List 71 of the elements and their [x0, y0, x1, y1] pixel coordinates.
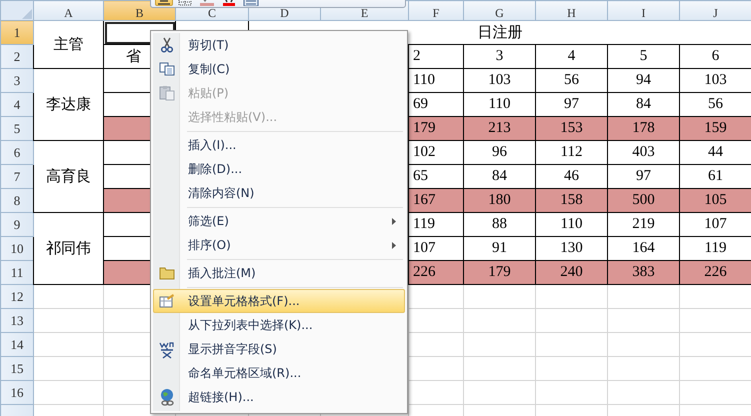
- table-cell: 94: [608, 68, 680, 92]
- table-cell: 153: [536, 116, 608, 140]
- submenu-arrow-icon: [392, 242, 396, 249]
- menu-item[interactable]: 从下拉列表中选择(K)...: [153, 313, 405, 337]
- table-cell: 178: [608, 116, 680, 140]
- triangle-icon: [22, 9, 32, 19]
- row-header[interactable]: 16: [0, 380, 34, 404]
- table-cell: 主管: [34, 20, 104, 68]
- table-cell: 105: [680, 188, 751, 212]
- clipboard-icon: [159, 85, 175, 101]
- column-header[interactable]: F: [408, 0, 464, 20]
- row-header[interactable]: 14: [0, 332, 34, 356]
- table-cell: 167: [408, 188, 464, 212]
- menu-item[interactable]: 插入批注(M): [153, 261, 405, 285]
- table-cell: 88: [464, 212, 536, 236]
- table-cell: 96: [464, 140, 536, 164]
- table-cell: 403: [608, 140, 680, 164]
- menu-item[interactable]: 删除(D)...: [153, 157, 405, 181]
- table-cell: 179: [464, 260, 536, 284]
- column-header[interactable]: I: [608, 0, 680, 20]
- table-cell: 226: [408, 260, 464, 284]
- table-cell: 219: [608, 212, 680, 236]
- table-cell: 159: [680, 116, 751, 140]
- menu-item[interactable]: 插入(I)...: [153, 133, 405, 157]
- row-header[interactable]: 10: [0, 236, 34, 260]
- row-header[interactable]: 12: [0, 284, 34, 308]
- row-header[interactable]: 13: [0, 308, 34, 332]
- row-header[interactable]: 4: [0, 92, 34, 116]
- table-cell: 4: [536, 44, 608, 68]
- globe-link-icon: [159, 388, 175, 406]
- column-header[interactable]: G: [464, 0, 536, 20]
- table-cell: 226: [680, 260, 751, 284]
- table-cell: 112: [536, 140, 608, 164]
- row-header[interactable]: 2: [0, 44, 34, 68]
- table-cell: 213: [464, 116, 536, 140]
- row-header[interactable]: 1: [0, 20, 34, 44]
- table-cell: 180: [464, 188, 536, 212]
- table-cell: 110: [536, 212, 608, 236]
- table-cell: 5: [608, 44, 680, 68]
- column-header[interactable]: H: [536, 0, 608, 20]
- row-header[interactable]: 15: [0, 356, 34, 380]
- menu-item[interactable]: 排序(O): [153, 233, 405, 257]
- table-cell: [104, 20, 176, 44]
- table-cell: 179: [408, 116, 464, 140]
- column-header[interactable]: A: [34, 0, 104, 20]
- menu-item[interactable]: 筛选(E): [153, 209, 405, 233]
- format-cells-icon: [159, 293, 175, 309]
- menu-item[interactable]: 超链接(H)...: [153, 385, 405, 409]
- copy-icon: [159, 62, 175, 76]
- folder-icon: [159, 266, 175, 280]
- menu-item[interactable]: 设置单元格格式(F)...: [153, 289, 405, 313]
- menu-item[interactable]: 清除内容(N): [153, 181, 405, 205]
- row-header[interactable]: 5: [0, 116, 34, 140]
- table-cell: 383: [608, 260, 680, 284]
- table-cell: 56: [536, 68, 608, 92]
- row-header[interactable]: 7: [0, 164, 34, 188]
- table-cell: 500: [608, 188, 680, 212]
- table-cell: 103: [464, 68, 536, 92]
- scissors-icon: [160, 37, 174, 53]
- table-cell: 3: [464, 44, 536, 68]
- column-header[interactable]: J: [680, 0, 751, 20]
- menu-item[interactable]: 命名单元格区域(R)...: [153, 361, 405, 385]
- row-header[interactable]: 8: [0, 188, 34, 212]
- row-header[interactable]: 6: [0, 140, 34, 164]
- row-header[interactable]: 3: [0, 68, 34, 92]
- table-cell: 240: [536, 260, 608, 284]
- row-header[interactable]: 9: [0, 212, 34, 236]
- menu-item[interactable]: 显示拼音字段(S): [153, 337, 405, 361]
- table-cell: 158: [536, 188, 608, 212]
- submenu-arrow-icon: [392, 218, 396, 225]
- row-header[interactable]: 11: [0, 260, 34, 284]
